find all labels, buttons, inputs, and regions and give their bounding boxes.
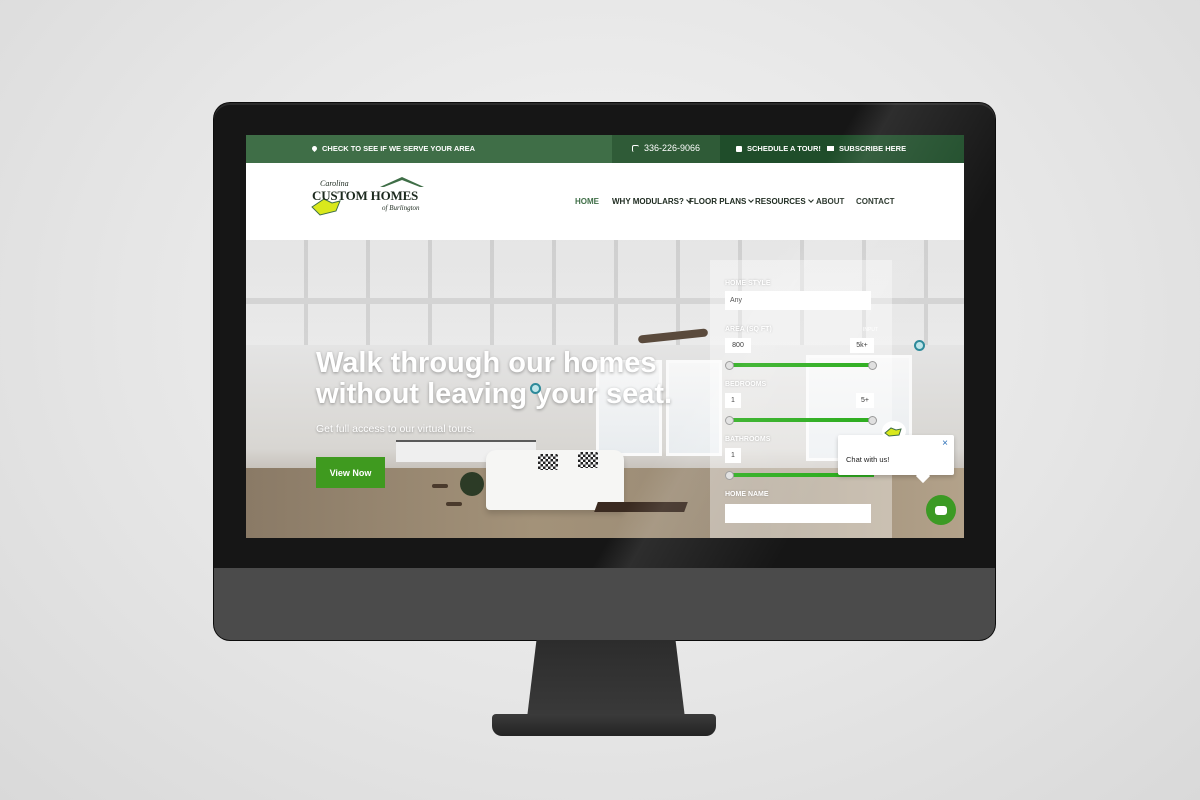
view-now-button[interactable]: View Now (316, 457, 385, 488)
home-style-label: HOME STYLE (725, 280, 771, 287)
area-slider-max-handle[interactable] (868, 361, 877, 370)
area-slider-track[interactable] (728, 363, 874, 367)
service-area-link[interactable]: CHECK TO SEE IF WE SERVE YOUR AREA (310, 144, 476, 153)
bedrooms-slider-max-handle[interactable] (868, 416, 877, 425)
chat-launcher-button[interactable] (926, 495, 956, 525)
schedule-tour-text: SCHEDULE A TOUR! (747, 144, 821, 153)
nav-resources[interactable]: RESOURCES (755, 197, 814, 206)
map-pin-icon (310, 144, 319, 153)
nav-floor-plans[interactable]: FLOOR PLANS (689, 197, 755, 206)
nav-floor-plans-label: FLOOR PLANS (689, 197, 747, 206)
tour-hotspot-icon[interactable] (914, 340, 925, 351)
monitor-chin (214, 568, 995, 640)
schedule-tour-link[interactable]: SCHEDULE A TOUR! (736, 144, 821, 153)
area-slider-min-handle[interactable] (725, 361, 734, 370)
close-icon[interactable]: × (942, 438, 948, 449)
nav-why-modulars-label: WHY MODULARS? (612, 197, 684, 206)
sofa (486, 450, 624, 510)
home-name-label: HOME NAME (725, 491, 769, 498)
bathrooms-label: BATHROOMS (725, 436, 771, 443)
subscribe-link[interactable]: SUBSCRIBE HERE (827, 144, 906, 153)
monitor-stand-base (492, 714, 716, 736)
home-style-select[interactable]: Any (725, 291, 871, 310)
nav-contact[interactable]: CONTACT (856, 197, 895, 206)
site-header: Carolina CUSTOM HOMES of Burlington HOME… (246, 163, 964, 240)
nc-state-icon (884, 427, 902, 437)
bar-stool (432, 484, 448, 488)
nav-resources-label: RESOURCES (755, 197, 806, 206)
chevron-down-icon (748, 197, 755, 203)
pillow (538, 454, 558, 470)
hero-title: Walk through our homes without leaving y… (316, 347, 673, 410)
monitor-stand-neck (527, 640, 685, 718)
bar-stool (446, 502, 462, 506)
bedrooms-label: BEDROOMS (725, 381, 767, 388)
tour-hotspot-icon[interactable] (530, 383, 541, 394)
coffee-table (594, 502, 688, 512)
bedrooms-slider-track[interactable] (728, 418, 874, 422)
nav-why-modulars[interactable]: WHY MODULARS? (612, 197, 692, 206)
area-input-tag: INPUT (863, 327, 878, 333)
bedrooms-max-input[interactable]: 5+ (856, 393, 874, 408)
hero-virtual-tour[interactable]: Walk through our homes without leaving y… (246, 240, 964, 538)
home-name-input[interactable] (725, 504, 871, 523)
chat-popup[interactable]: Chat with us! × (838, 435, 954, 484)
chat-avatar (882, 421, 906, 441)
subscribe-text: SUBSCRIBE HERE (839, 144, 907, 153)
logo-line-2: CUSTOM HOMES (312, 188, 419, 203)
bedrooms-slider-min-handle[interactable] (725, 416, 734, 425)
site-logo[interactable]: Carolina CUSTOM HOMES of Burlington (310, 177, 436, 223)
nav-about[interactable]: ABOUT (816, 197, 844, 206)
top-bar: CHECK TO SEE IF WE SERVE YOUR AREA 336-2… (246, 135, 964, 163)
area-max-input[interactable]: 5k+ (850, 338, 874, 353)
website-screen: CHECK TO SEE IF WE SERVE YOUR AREA 336-2… (246, 135, 964, 538)
phone-number: 336-226-9066 (644, 143, 701, 153)
nav-home[interactable]: HOME (575, 197, 599, 206)
pillow (578, 452, 598, 468)
plant-decor (460, 472, 484, 496)
bedrooms-min-input[interactable]: 1 (725, 393, 741, 408)
phone-link[interactable]: 336-226-9066 (632, 143, 700, 153)
chevron-down-icon (807, 197, 814, 203)
logo-line-1: Carolina (320, 179, 349, 188)
logo-line-3: of Burlington (382, 204, 420, 212)
bathrooms-min-input[interactable]: 1 (725, 448, 741, 463)
home-filter-panel: HOME STYLE Any AREA (SQ FT) INPUT 800 5k… (710, 260, 892, 538)
envelope-icon (827, 146, 834, 151)
chat-bubble-icon (935, 505, 947, 515)
hero-subtitle: Get full access to our virtual tours. (316, 423, 475, 435)
bathrooms-slider-min-handle[interactable] (725, 471, 734, 480)
phone-icon (632, 144, 639, 152)
chat-message: Chat with us! (846, 455, 890, 464)
area-label: AREA (SQ FT) (725, 326, 772, 333)
service-area-text: CHECK TO SEE IF WE SERVE YOUR AREA (322, 144, 476, 153)
area-min-input[interactable]: 800 (725, 338, 751, 353)
calendar-icon (736, 145, 742, 152)
